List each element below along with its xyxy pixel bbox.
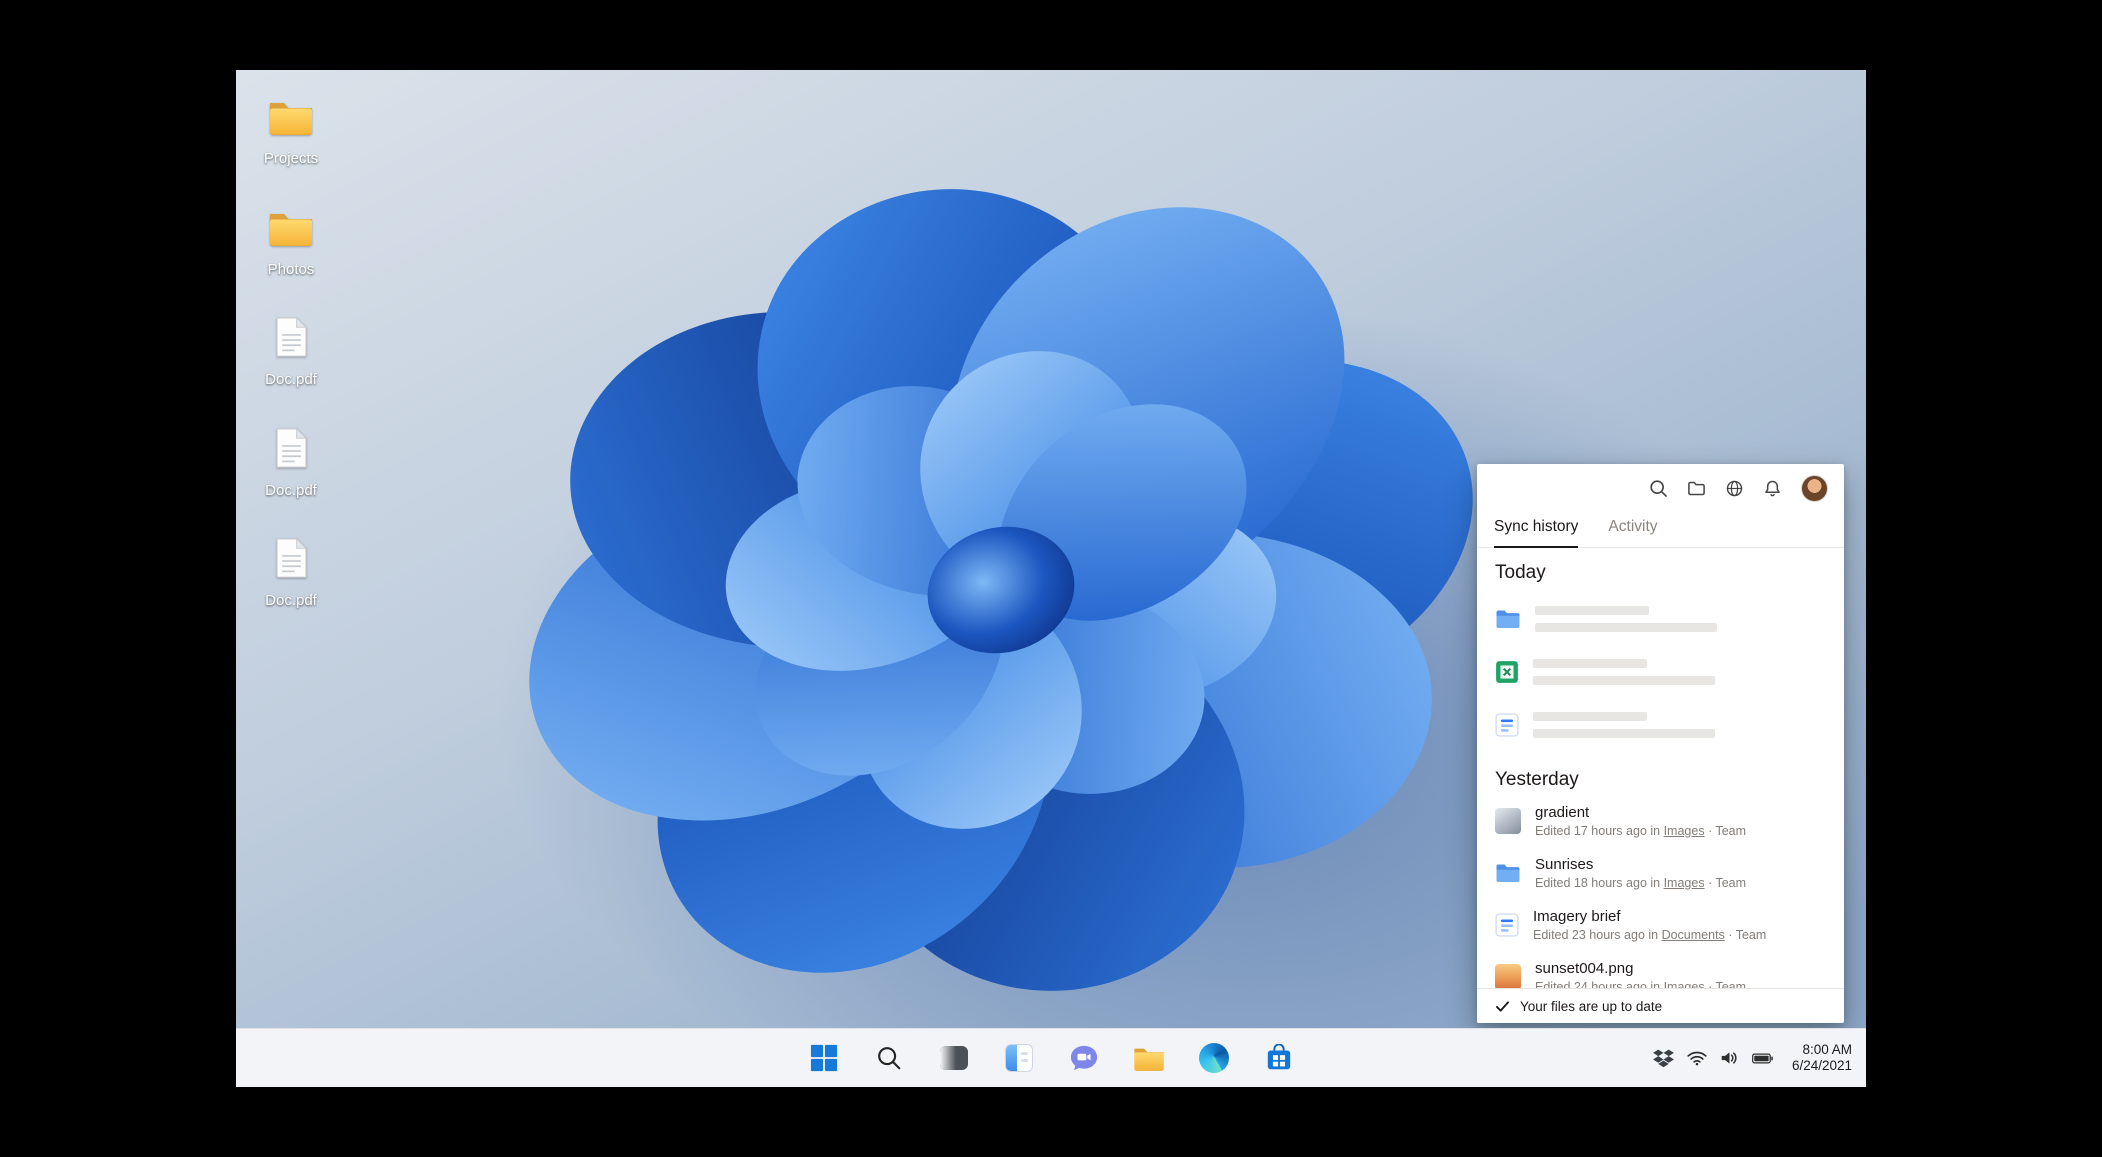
location-link[interactable]: Images <box>1664 876 1705 890</box>
image-thumbnail <box>1495 964 1521 988</box>
start-button[interactable] <box>800 1034 848 1082</box>
edge-button[interactable] <box>1190 1034 1238 1082</box>
desktop-icon-photos[interactable]: Photos <box>246 199 336 279</box>
loading-placeholder <box>1533 659 1715 685</box>
edited-text: Edited 17 hours ago in <box>1535 824 1660 838</box>
blue-folder-icon <box>1495 608 1521 630</box>
system-tray: 8:00 AM 6/24/2021 <box>1653 1029 1852 1087</box>
edited-text: Edited 24 hours ago in <box>1535 980 1660 989</box>
pdf-document-icon <box>275 316 308 358</box>
skeleton-row <box>1495 592 1826 645</box>
wifi-icon[interactable] <box>1687 1050 1707 1066</box>
desktop-icon-label: Photos <box>246 261 336 279</box>
team-text: · Team <box>1708 824 1746 838</box>
store-icon <box>1265 1044 1293 1072</box>
chat-button[interactable] <box>1060 1034 1108 1082</box>
clock[interactable]: 8:00 AM 6/24/2021 <box>1792 1042 1852 1074</box>
folder-icon[interactable] <box>1687 479 1706 498</box>
panel-toolbar <box>1477 464 1844 512</box>
location-link[interactable]: Images <box>1664 824 1705 838</box>
section-heading-yesterday: Yesterday <box>1495 769 1826 791</box>
desktop-icon-docpdf-3[interactable]: Doc.pdf <box>246 530 336 610</box>
location-link[interactable]: Documents <box>1662 928 1725 942</box>
file-explorer-icon <box>1133 1045 1165 1071</box>
folder-icon <box>268 209 314 246</box>
widgets-icon <box>1005 1044 1033 1072</box>
loading-placeholder <box>1533 712 1715 738</box>
folder-icon <box>268 98 314 135</box>
checkmark-icon <box>1495 1000 1510 1013</box>
battery-icon[interactable] <box>1752 1053 1773 1064</box>
paper-doc-icon <box>1495 713 1519 737</box>
loading-placeholder <box>1535 606 1717 632</box>
panel-tabs: Sync history Activity <box>1477 512 1844 548</box>
bell-icon[interactable] <box>1763 479 1782 498</box>
sync-status-bar: Your files are up to date <box>1477 988 1844 1023</box>
user-avatar[interactable] <box>1801 475 1828 502</box>
volume-icon[interactable] <box>1720 1050 1739 1066</box>
widgets-button[interactable] <box>995 1034 1043 1082</box>
file-title: Sunrises <box>1535 856 1746 873</box>
tab-sync-history[interactable]: Sync history <box>1494 512 1578 548</box>
globe-icon[interactable] <box>1725 479 1744 498</box>
file-title: gradient <box>1535 804 1746 821</box>
file-row-sunset004[interactable]: sunset004.png Edited 24 hours ago in Ima… <box>1495 951 1826 988</box>
microsoft-store-button[interactable] <box>1255 1034 1303 1082</box>
panel-body: Today <box>1477 548 1844 988</box>
desktop-icon-projects[interactable]: Projects <box>246 88 336 168</box>
file-subtitle: Edited 24 hours ago in Images · Team <box>1535 980 1746 989</box>
paper-doc-icon <box>1495 913 1519 937</box>
section-heading-today: Today <box>1495 562 1826 584</box>
team-text: · Team <box>1728 928 1766 942</box>
sync-status-text: Your files are up to date <box>1520 999 1662 1014</box>
desktop-icon-label: Projects <box>246 150 336 168</box>
desktop-icon-label: Doc.pdf <box>246 371 336 389</box>
file-subtitle: Edited 23 hours ago in Documents · Team <box>1533 928 1766 943</box>
file-title: Imagery brief <box>1533 908 1766 925</box>
edge-browser-icon <box>1199 1043 1229 1073</box>
pdf-document-icon <box>275 537 308 579</box>
edited-text: Edited 18 hours ago in <box>1535 876 1660 890</box>
task-view-button[interactable] <box>930 1034 978 1082</box>
task-view-icon <box>940 1046 968 1070</box>
desktop: Projects Photos <box>236 70 1866 1087</box>
blue-folder-icon <box>1495 862 1521 884</box>
team-text: · Team <box>1708 980 1746 989</box>
file-row-imagery-brief[interactable]: Imagery brief Edited 23 hours ago in Doc… <box>1495 899 1826 951</box>
desktop-icon-docpdf-2[interactable]: Doc.pdf <box>246 420 336 500</box>
location-link[interactable]: Images <box>1664 980 1705 989</box>
taskbar: 8:00 AM 6/24/2021 <box>236 1028 1866 1087</box>
desktop-icon-docpdf-1[interactable]: Doc.pdf <box>246 309 336 389</box>
dropbox-flyout-panel: Sync history Activity Today <box>1477 464 1844 1023</box>
skeleton-row <box>1495 645 1826 698</box>
desktop-icon-label: Doc.pdf <box>246 482 336 500</box>
pdf-document-icon <box>275 427 308 469</box>
file-title: sunset004.png <box>1535 960 1746 977</box>
file-subtitle: Edited 18 hours ago in Images · Team <box>1535 876 1746 891</box>
taskbar-search-button[interactable] <box>865 1034 913 1082</box>
clock-time: 8:00 AM <box>1792 1042 1852 1058</box>
dropbox-tray-icon[interactable] <box>1653 1048 1674 1068</box>
chat-icon <box>1069 1044 1099 1072</box>
image-thumbnail <box>1495 808 1521 834</box>
spreadsheet-icon <box>1495 660 1519 684</box>
file-row-sunrises[interactable]: Sunrises Edited 18 hours ago in Images ·… <box>1495 847 1826 899</box>
desktop-icon-label: Doc.pdf <box>246 592 336 610</box>
screen: Projects Photos <box>0 0 2102 1157</box>
edited-text: Edited 23 hours ago in <box>1533 928 1658 942</box>
clock-date: 6/24/2021 <box>1792 1058 1852 1074</box>
tab-activity[interactable]: Activity <box>1608 512 1657 548</box>
windows-logo-icon <box>810 1044 838 1072</box>
search-icon <box>875 1044 903 1072</box>
file-explorer-button[interactable] <box>1125 1034 1173 1082</box>
file-subtitle: Edited 17 hours ago in Images · Team <box>1535 824 1746 839</box>
search-icon[interactable] <box>1649 479 1668 498</box>
skeleton-row <box>1495 698 1826 751</box>
taskbar-center-group <box>236 1029 1866 1087</box>
file-row-gradient[interactable]: gradient Edited 17 hours ago in Images ·… <box>1495 795 1826 847</box>
team-text: · Team <box>1708 876 1746 890</box>
